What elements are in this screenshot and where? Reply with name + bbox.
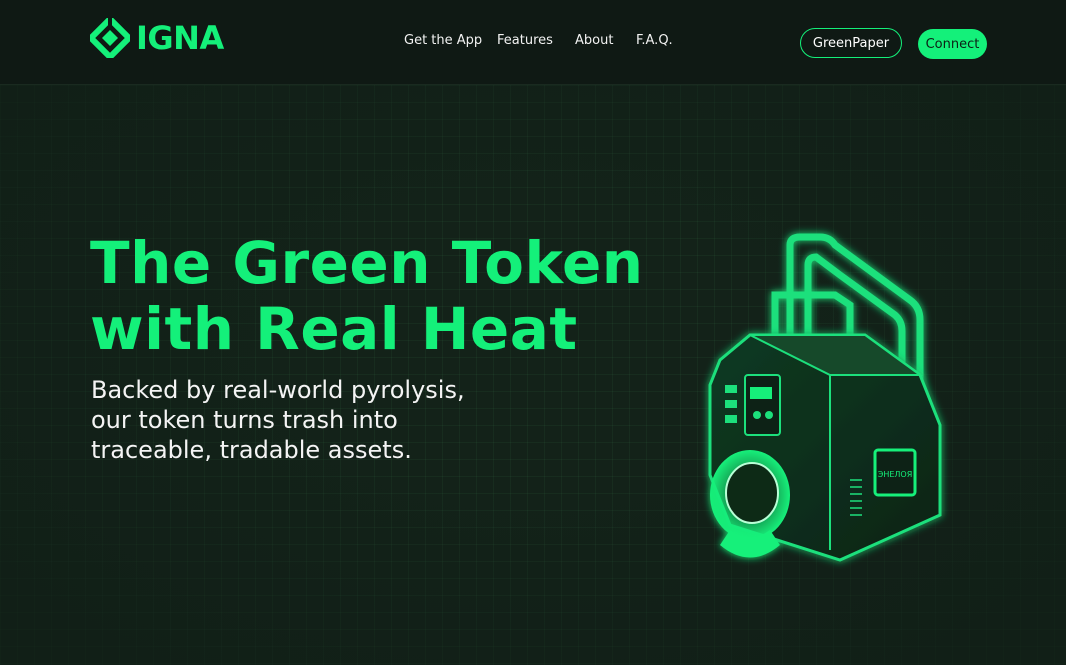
diamond-logo-icon bbox=[90, 18, 130, 58]
pyrolysis-machine-illustration: ЭНЕЛОЯ bbox=[690, 225, 960, 599]
top-navbar: IGNA Get the App Features About F.A.Q. G… bbox=[0, 0, 1066, 85]
hero-title-line-1: The Green Token bbox=[90, 229, 644, 297]
nav-item-about[interactable]: About bbox=[575, 33, 613, 48]
hero-subtitle-line-2: our token turns trash into bbox=[91, 406, 398, 434]
nav-item-get-the-app[interactable]: Get the App bbox=[404, 33, 482, 48]
hero-subtitle: Backed by real-world pyrolysis, our toke… bbox=[91, 375, 511, 465]
hero-subtitle-line-3: traceable, tradable assets. bbox=[91, 436, 412, 464]
brand-name: IGNA bbox=[136, 19, 224, 57]
hero-title-line-2: with Real Heat bbox=[90, 295, 578, 363]
nav-item-faq[interactable]: F.A.Q. bbox=[636, 33, 673, 48]
connect-button[interactable]: Connect bbox=[918, 29, 987, 59]
brand-logo[interactable]: IGNA bbox=[90, 18, 224, 58]
machine-graphic: ЭНЕЛОЯ bbox=[708, 233, 942, 562]
machine-panel-label: ЭНЕЛОЯ bbox=[878, 470, 913, 479]
machine-body: ЭНЕЛОЯ bbox=[708, 333, 942, 562]
nav-item-features[interactable]: Features bbox=[497, 33, 553, 48]
greenpaper-button[interactable]: GreenPaper bbox=[800, 28, 902, 58]
hero-subtitle-line-1: Backed by real-world pyrolysis, bbox=[91, 376, 465, 404]
hero-title: The Green Token with Real Heat bbox=[90, 230, 690, 362]
